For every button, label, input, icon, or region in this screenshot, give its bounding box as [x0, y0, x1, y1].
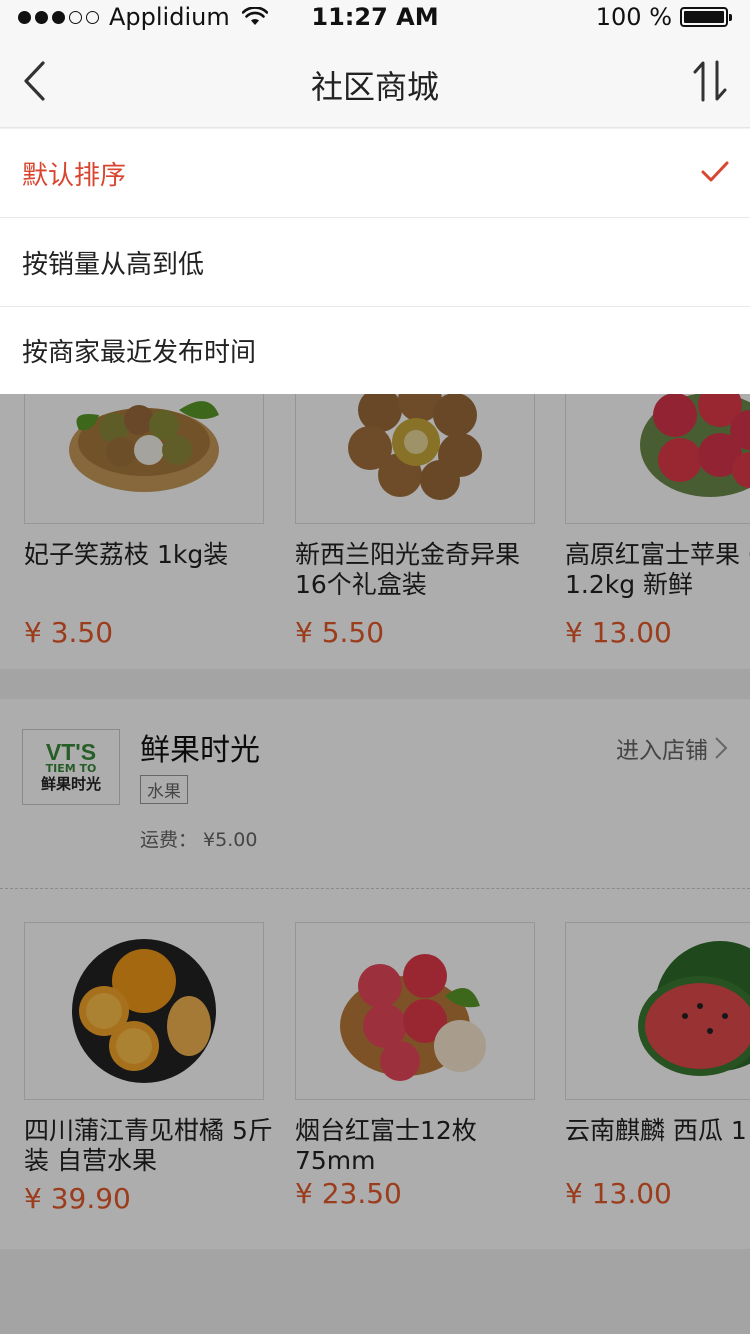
sort-arrows-icon: [693, 60, 727, 102]
battery-icon: [680, 7, 732, 27]
sort-option-label: 按商家最近发布时间: [22, 338, 257, 368]
battery-percent: 100 %: [595, 3, 672, 31]
sort-option-label: 默认排序: [22, 160, 127, 191]
nav-bar: 社区商城: [0, 34, 750, 128]
sort-option-sales[interactable]: 按销量从高到低: [0, 218, 750, 307]
sort-option-default[interactable]: 默认排序: [0, 129, 750, 218]
sort-menu: 默认排序 按销量从高到低 按商家最近发布时间: [0, 129, 750, 394]
sort-option-recent[interactable]: 按商家最近发布时间: [0, 307, 750, 394]
sort-button[interactable]: [688, 56, 732, 106]
sort-option-label: 按销量从高到低: [22, 249, 205, 280]
checkmark-icon: [701, 161, 729, 182]
page-title: 社区商城: [310, 68, 439, 106]
status-bar: Applidium 11:27 AM 100 %: [0, 0, 750, 34]
status-right: 100 %: [595, 3, 732, 31]
